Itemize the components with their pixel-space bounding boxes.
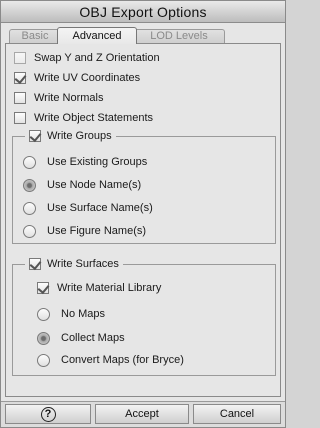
write-uv-label: Write UV Coordinates [34, 72, 141, 84]
write-surfaces-title: Write Surfaces [47, 258, 119, 270]
radio-figure-names-label: Use Figure Name(s) [47, 225, 147, 237]
radio-collect-maps[interactable]: Collect Maps [37, 329, 125, 347]
tab-lod-levels[interactable]: LOD Levels [133, 29, 225, 43]
radio-surface-names-button[interactable] [23, 201, 36, 215]
tab-bar: Basic Advanced LOD Levels [7, 27, 279, 44]
question-circle-icon: ? [40, 407, 56, 422]
radio-figure-names[interactable]: Use Figure Name(s) [23, 222, 146, 240]
radio-collect-maps-label: Collect Maps [61, 332, 125, 344]
window-title: OBJ Export Options [1, 1, 285, 23]
write-material-library-option[interactable]: Write Material Library [37, 279, 161, 297]
write-uv-option[interactable]: Write UV Coordinates [14, 69, 140, 87]
write-normals-option[interactable]: Write Normals [14, 89, 103, 107]
help-button[interactable]: ? [5, 404, 91, 424]
radio-existing-groups-button[interactable] [23, 155, 36, 169]
radio-node-names[interactable]: Use Node Name(s) [23, 176, 141, 194]
accept-button[interactable]: Accept [95, 404, 189, 424]
radio-convert-maps[interactable]: Convert Maps (for Bryce) [37, 351, 184, 369]
radio-convert-maps-label: Convert Maps (for Bryce) [61, 354, 184, 366]
radio-no-maps[interactable]: No Maps [37, 305, 105, 323]
tab-advanced[interactable]: Advanced [57, 27, 137, 44]
write-normals-label: Write Normals [34, 92, 104, 104]
write-uv-checkbox[interactable] [14, 72, 26, 84]
swap-yz-label: Swap Y and Z Orientation [34, 52, 160, 64]
radio-node-names-button[interactable] [23, 178, 36, 192]
write-groups-header[interactable]: Write Groups [25, 128, 116, 144]
write-groups-checkbox[interactable] [29, 130, 41, 142]
tab-basic[interactable]: Basic [9, 29, 61, 43]
radio-node-names-label: Use Node Name(s) [47, 179, 142, 191]
cancel-button[interactable]: Cancel [193, 404, 281, 424]
radio-figure-names-button[interactable] [23, 224, 36, 238]
write-groups-title: Write Groups [47, 130, 112, 142]
write-surfaces-checkbox[interactable] [29, 258, 41, 270]
radio-no-maps-label: No Maps [61, 308, 106, 320]
write-surfaces-group: Write Surfaces Write Material Library No… [12, 256, 276, 376]
write-material-library-checkbox[interactable] [37, 282, 49, 294]
swap-yz-option[interactable]: Swap Y and Z Orientation [14, 49, 160, 67]
write-material-library-label: Write Material Library [57, 282, 162, 294]
write-groups-group: Write Groups Use Existing Groups Use Nod… [12, 128, 276, 244]
write-normals-checkbox[interactable] [14, 92, 26, 104]
advanced-panel: Swap Y and Z Orientation Write UV Coordi… [5, 43, 281, 397]
radio-collect-maps-button[interactable] [37, 331, 50, 345]
write-surfaces-header[interactable]: Write Surfaces [25, 256, 123, 272]
radio-existing-groups-label: Use Existing Groups [47, 156, 148, 168]
radio-surface-names[interactable]: Use Surface Name(s) [23, 199, 153, 217]
swap-yz-checkbox[interactable] [14, 52, 26, 64]
export-options-window: OBJ Export Options Basic Advanced LOD Le… [0, 0, 286, 428]
write-object-statements-checkbox[interactable] [14, 112, 26, 124]
radio-no-maps-button[interactable] [37, 307, 50, 321]
write-object-statements-label: Write Object Statements [34, 112, 154, 124]
radio-convert-maps-button[interactable] [37, 353, 50, 367]
radio-surface-names-label: Use Surface Name(s) [47, 202, 153, 214]
write-object-statements-option[interactable]: Write Object Statements [14, 109, 153, 127]
radio-existing-groups[interactable]: Use Existing Groups [23, 153, 147, 171]
